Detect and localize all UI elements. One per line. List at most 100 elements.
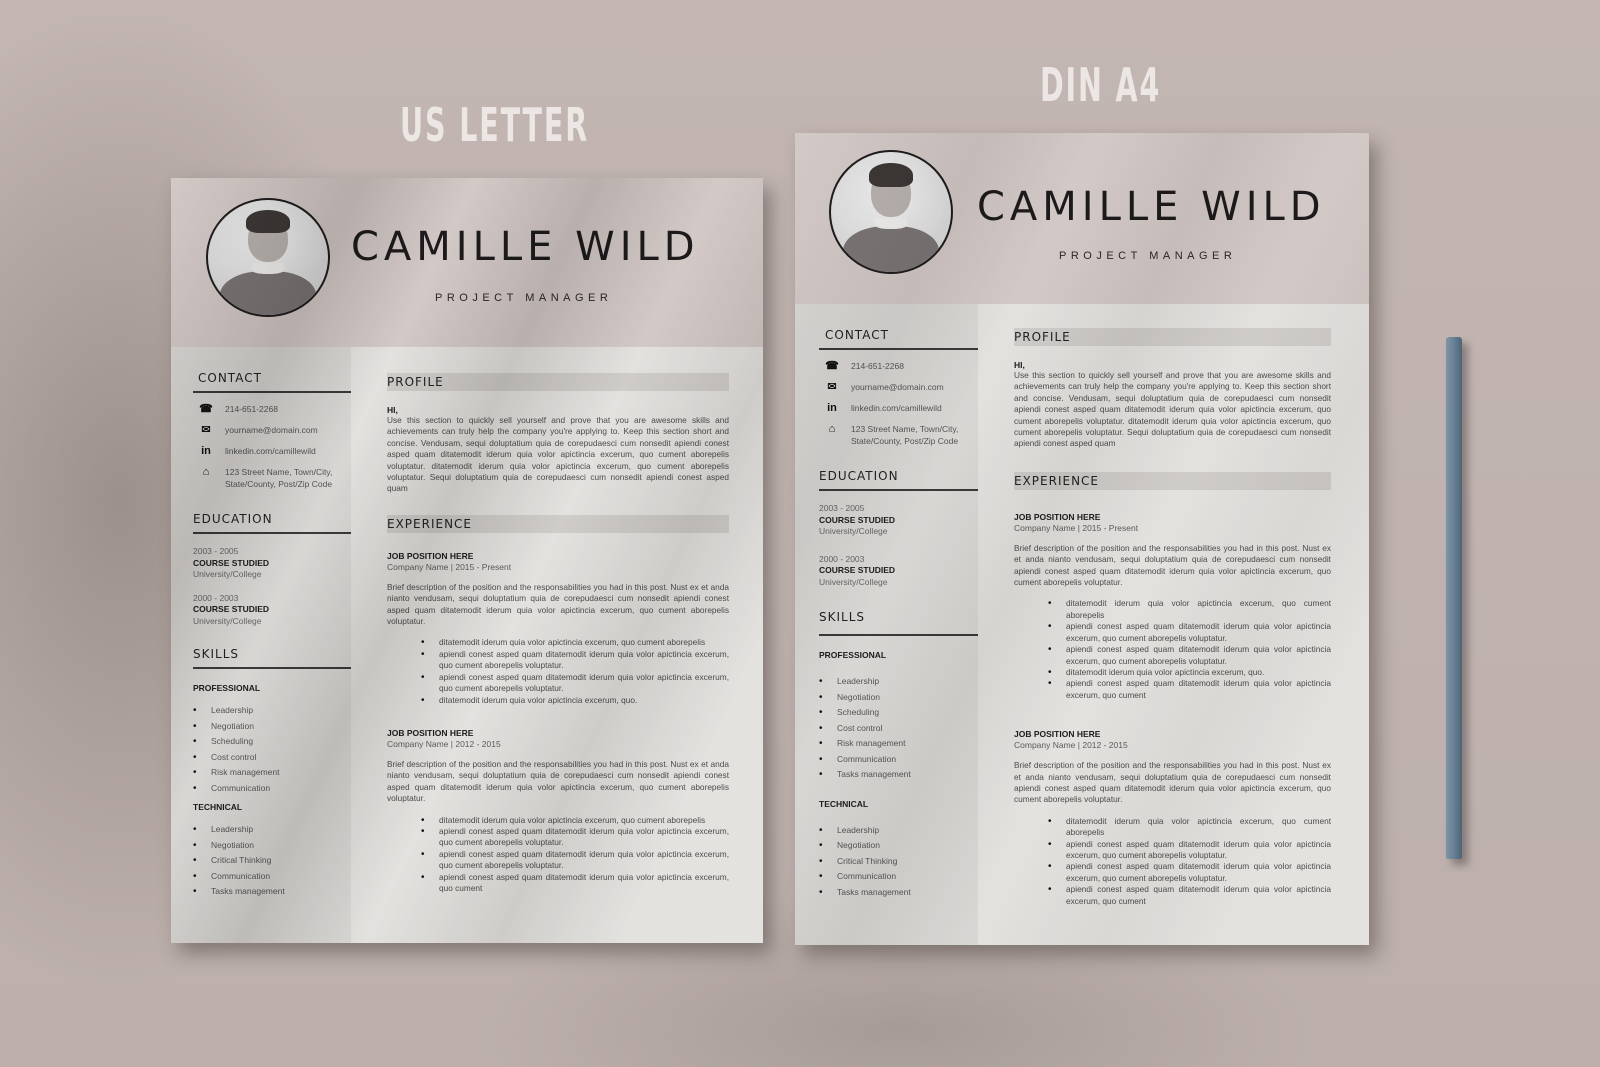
technical-skills-title: TECHNICAL — [819, 798, 869, 809]
resume-page-us-letter: CAMILLE WILD PROJECT MANAGER CONTACT ☎ 21… — [171, 178, 763, 943]
profile-title: PROFILE — [1014, 328, 1331, 346]
phone-icon: ☎ — [825, 360, 839, 372]
education-title: EDUCATION — [819, 469, 978, 491]
linkedin-icon: in — [201, 445, 211, 457]
education-item: 2000 - 2003 COURSE STUDIED University/Co… — [819, 553, 896, 587]
list-item: Tasks management — [819, 767, 978, 783]
job-entry: JOB POSITION HERE Company Name | 2012 - … — [387, 728, 729, 894]
profile-text: Use this section to quickly sell yoursel… — [1014, 370, 1331, 449]
profile-greeting: HI, — [387, 405, 398, 415]
resume-role: PROJECT MANAGER — [435, 292, 613, 304]
list-item: Scheduling — [193, 734, 351, 750]
contact-email: ✉ yourname@domain.com — [193, 424, 351, 436]
job-entry: JOB POSITION HERE Company Name | 2015 - … — [387, 551, 729, 706]
email-icon: ✉ — [201, 424, 211, 436]
list-item: Critical Thinking — [819, 854, 978, 870]
resume-role: PROJECT MANAGER — [1059, 250, 1237, 262]
resume-header: CAMILLE WILD PROJECT MANAGER — [795, 133, 1369, 304]
list-item: Risk management — [819, 736, 978, 752]
list-item: apiendi conest asped quam ditatemodit id… — [1048, 644, 1331, 667]
list-item: apiendi conest asped quam ditatemodit id… — [1048, 884, 1331, 907]
list-item: apiendi conest asped quam ditatemodit id… — [421, 826, 729, 849]
list-item: Leadership — [819, 674, 978, 690]
contact-linkedin: in linkedin.com/camillewild — [193, 445, 351, 457]
experience-title: EXPERIENCE — [387, 514, 729, 533]
list-item: apiendi conest asped quam ditatemodit id… — [1048, 861, 1331, 884]
list-item: ditatemodit iderum quia volor apictincia… — [421, 695, 729, 707]
email-icon: ✉ — [827, 381, 837, 393]
list-item: Critical Thinking — [193, 853, 351, 869]
contact-list: ☎ 214-651-2268 ✉ yourname@domain.com in lin… — [193, 403, 351, 490]
resume-name: CAMILLE WILD — [351, 224, 700, 270]
din-a4-label: DIN A4 — [1040, 58, 1162, 112]
profile-text: Use this section to quickly sell yoursel… — [387, 415, 729, 494]
list-item: Negotiation — [193, 838, 351, 854]
contact-title: CONTACT — [193, 371, 351, 393]
profile-greeting: HI, — [1014, 360, 1025, 370]
job-bullets: ditatemodit iderum quia volor apictincia… — [387, 637, 729, 707]
job-entry: JOB POSITION HERE Company Name | 2015 - … — [1014, 512, 1331, 701]
photo-collar — [252, 263, 284, 274]
profile-title: PROFILE — [387, 373, 729, 391]
resume-sidebar: CONTACT ☎ 214-651-2268 ✉ yourname@domain.c… — [795, 304, 978, 945]
list-item: ditatemodit iderum quia volor apictincia… — [1048, 667, 1331, 679]
technical-skills-title: TECHNICAL — [193, 802, 243, 812]
home-icon: ⌂ — [828, 423, 836, 435]
contact-address: ⌂ 123 Street Name, Town/City, State/Count… — [193, 466, 351, 490]
list-item: Communication — [193, 869, 351, 885]
job-bullets: ditatemodit iderum quia volor apictincia… — [1014, 598, 1331, 701]
photo-hair — [869, 162, 913, 187]
list-item: Tasks management — [819, 885, 978, 901]
resume-header: CAMILLE WILD PROJECT MANAGER — [171, 178, 763, 347]
resume-main: PROFILE HI, Use this section to quickly … — [351, 347, 763, 943]
education-item: 2000 - 2003 COURSE STUDIED University/Co… — [193, 592, 270, 626]
portrait-photo — [206, 198, 330, 317]
list-item: apiendi conest asped quam ditatemodit id… — [421, 872, 729, 895]
education-item: 2003 - 2005 COURSE STUDIED University/Co… — [193, 546, 270, 579]
list-item: Communication — [193, 781, 351, 797]
home-icon: ⌂ — [202, 466, 210, 478]
job-bullets: ditatemodit iderum quia volor apictincia… — [387, 815, 729, 895]
professional-skills-title: PROFESSIONAL — [193, 683, 261, 693]
list-item: apiendi conest asped quam ditatemodit id… — [421, 672, 729, 695]
resume-sidebar: CONTACT ☎ 214-651-2268 ✉ yourname@domain.c… — [171, 347, 351, 943]
list-item: apiendi conest asped quam ditatemodit id… — [1048, 621, 1331, 644]
photo-body — [843, 226, 939, 272]
education-item: 2003 - 2005 COURSE STUDIED University/Co… — [819, 503, 896, 536]
contact-title: CONTACT — [819, 328, 978, 350]
education-title: EDUCATION — [193, 512, 351, 534]
list-item: Leadership — [819, 823, 978, 839]
technical-skills-list: LeadershipNegotiationCritical ThinkingCo… — [193, 822, 351, 900]
list-item: Leadership — [193, 822, 351, 838]
experience-title: EXPERIENCE — [1014, 471, 1331, 490]
list-item: Communication — [819, 869, 978, 885]
contact-email: ✉ yourname@domain.com — [819, 381, 978, 393]
photo-collar — [875, 218, 907, 229]
list-item: Risk management — [193, 765, 351, 781]
list-item: ditatemodit iderum quia volor apictincia… — [1048, 598, 1331, 621]
contact-phone: ☎ 214-651-2268 — [819, 360, 978, 372]
us-letter-label: US LETTER — [400, 98, 590, 152]
photo-body — [220, 271, 316, 315]
resume-main: PROFILE HI, Use this section to quickly … — [978, 304, 1369, 945]
list-item: apiendi conest asped quam ditatemodit id… — [421, 649, 729, 672]
list-item: ditatemodit iderum quia volor apictincia… — [1048, 816, 1331, 839]
skills-title: SKILLS — [819, 610, 978, 636]
job-entry: JOB POSITION HERE Company Name | 2012 - … — [1014, 729, 1331, 907]
resume-name: CAMILLE WILD — [977, 184, 1326, 230]
list-item: Cost control — [819, 721, 978, 737]
list-item: Negotiation — [819, 838, 978, 854]
professional-skills-list: LeadershipNegotiationSchedulingCost cont… — [193, 703, 351, 796]
list-item: Negotiation — [819, 690, 978, 706]
list-item: Scheduling — [819, 705, 978, 721]
list-item: Leadership — [193, 703, 351, 719]
list-item: Cost control — [193, 750, 351, 766]
phone-icon: ☎ — [199, 403, 213, 415]
skills-title: SKILLS — [193, 647, 351, 669]
professional-skills-list: LeadershipNegotiationSchedulingCost cont… — [819, 674, 978, 783]
job-bullets: ditatemodit iderum quia volor apictincia… — [1014, 816, 1331, 907]
pencil — [1446, 337, 1462, 859]
technical-skills-list: LeadershipNegotiationCritical ThinkingCo… — [819, 823, 978, 901]
contact-list: ☎ 214-651-2268 ✉ yourname@domain.com in lin… — [819, 360, 978, 447]
list-item: ditatemodit iderum quia volor apictincia… — [421, 815, 729, 827]
